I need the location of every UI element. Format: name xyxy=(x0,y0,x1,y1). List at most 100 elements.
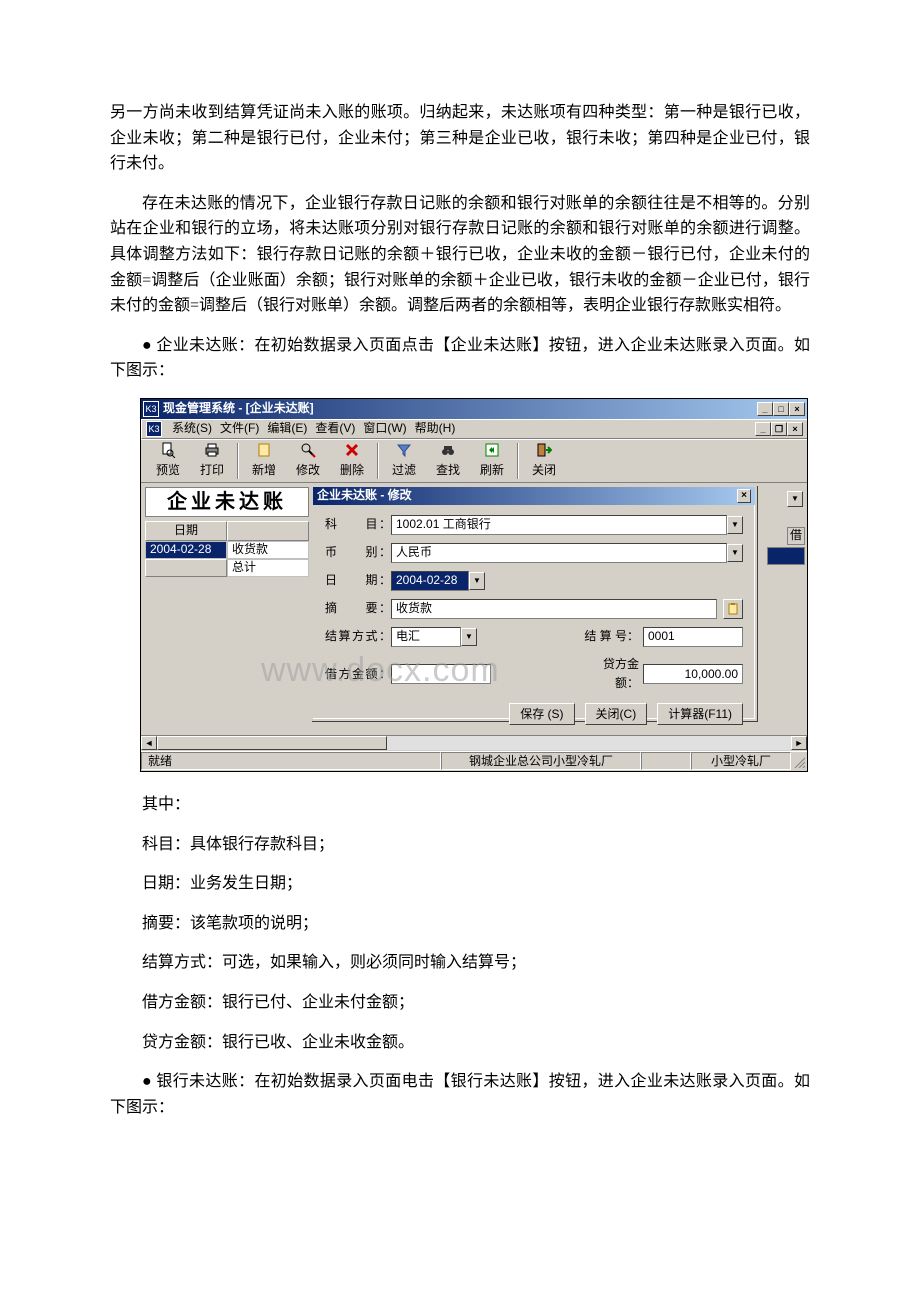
cell-total-label: 总计 xyxy=(227,559,309,577)
cell-date[interactable]: 2004-02-28 xyxy=(145,541,227,559)
status-dept: 小型冷轧厂 xyxy=(691,752,791,770)
toolbar-new-button[interactable]: 新增 xyxy=(243,441,285,481)
col-header-date[interactable]: 日期 xyxy=(145,521,227,541)
dialog-titlebar[interactable]: 企业未达账 - 修改 × xyxy=(313,487,755,505)
paragraph-10: 贷方金额：银行已收、企业未收金额。 xyxy=(110,1030,810,1056)
resize-grip-icon[interactable] xyxy=(791,752,807,770)
summary-lookup-button[interactable] xyxy=(723,599,743,619)
label-credit: 贷方金额： xyxy=(583,655,643,693)
menu-file[interactable]: 文件(F) xyxy=(220,419,259,438)
status-bar: 就绪 钢城企业总公司小型冷轧厂 小型冷轧厂 xyxy=(141,751,807,771)
horizontal-scrollbar[interactable]: ◄ ► xyxy=(141,735,807,751)
menu-view[interactable]: 查看(V) xyxy=(315,419,355,438)
toolbar-filter-button[interactable]: 过滤 xyxy=(383,441,425,481)
calculator-button[interactable]: 计算器(F11) xyxy=(657,703,743,725)
mdi-child-icon[interactable]: K3 xyxy=(146,421,162,437)
selected-right-cell[interactable] xyxy=(767,547,805,565)
toolbar-separator-2 xyxy=(377,443,379,479)
toolbar-close-label: 关闭 xyxy=(532,461,556,480)
toolbar-find-button[interactable]: 查找 xyxy=(427,441,469,481)
input-summary[interactable]: 收货款 xyxy=(391,599,717,619)
printer-icon xyxy=(203,441,221,459)
input-debit[interactable] xyxy=(391,664,491,684)
edit-icon xyxy=(299,441,317,459)
date-dropdown-icon[interactable]: ▼ xyxy=(469,572,485,590)
mdi-restore-button[interactable]: ❐ xyxy=(771,422,787,436)
input-settle-method[interactable]: 电汇 xyxy=(391,627,461,647)
status-company: 钢城企业总公司小型冷轧厂 xyxy=(441,752,641,770)
edit-dialog: 企业未达账 - 修改 × 科 目： 1002.01 工商银行 ▼ 币 别： 人民… xyxy=(311,485,757,721)
toolbar-preview-label: 预览 xyxy=(156,461,180,480)
mdi-close-button[interactable]: × xyxy=(787,422,803,436)
label-subject: 科 目： xyxy=(325,515,391,534)
maximize-button[interactable]: □ xyxy=(773,402,789,416)
menu-edit[interactable]: 编辑(E) xyxy=(267,419,307,438)
paragraph-4: 其中： xyxy=(110,792,810,818)
toolbar-delete-label: 删除 xyxy=(340,461,364,480)
close-button[interactable]: × xyxy=(789,402,805,416)
cell-summary[interactable]: 收货款 xyxy=(227,541,309,559)
toolbar-filter-label: 过滤 xyxy=(392,461,416,480)
app-screenshot: K3 现金管理系统 - [企业未达账] _ □ × K3 系统(S) 文件(F)… xyxy=(140,398,808,772)
save-button[interactable]: 保存 (S) xyxy=(509,703,574,725)
menu-help[interactable]: 帮助(H) xyxy=(415,419,456,438)
binoculars-icon xyxy=(439,441,457,459)
input-subject[interactable]: 1002.01 工商银行 xyxy=(391,515,727,535)
table-row[interactable]: 2004-02-28 收货款 xyxy=(145,541,309,559)
subject-dropdown-icon[interactable]: ▼ xyxy=(727,516,743,534)
currency-dropdown-icon[interactable]: ▼ xyxy=(727,544,743,562)
toolbar-preview-button[interactable]: 预览 xyxy=(147,441,189,481)
paragraph-8: 结算方式：可选，如果输入，则必须同时输入结算号； xyxy=(110,950,810,976)
scroll-right-icon[interactable]: ► xyxy=(791,736,807,750)
input-settle-no[interactable]: 0001 xyxy=(643,627,743,647)
app-logo-icon: K3 xyxy=(143,401,159,417)
window-title: 现金管理系统 - [企业未达账] xyxy=(163,399,757,418)
refresh-icon xyxy=(483,441,501,459)
filter-icon xyxy=(395,441,413,459)
right-dropdown-icon[interactable]: ▼ xyxy=(787,491,803,507)
toolbar-new-label: 新增 xyxy=(252,461,276,480)
toolbar-separator-3 xyxy=(517,443,519,479)
new-file-icon xyxy=(255,441,273,459)
menu-window[interactable]: 窗口(W) xyxy=(363,419,406,438)
toolbar-print-label: 打印 xyxy=(200,461,224,480)
toolbar-print-button[interactable]: 打印 xyxy=(191,441,233,481)
toolbar: 预览 打印 新增 修改 xyxy=(141,439,807,483)
paragraph-3: ● 企业未达账：在初始数据录入页面点击【企业未达账】按钮，进入企业未达账录入页面… xyxy=(110,333,810,384)
paragraph-6: 日期：业务发生日期； xyxy=(110,871,810,897)
toolbar-refresh-button[interactable]: 刷新 xyxy=(471,441,513,481)
input-currency[interactable]: 人民币 xyxy=(391,543,727,563)
label-date: 日 期： xyxy=(325,571,391,590)
scroll-track[interactable] xyxy=(157,736,791,750)
settle-method-dropdown-icon[interactable]: ▼ xyxy=(461,628,477,646)
window-titlebar[interactable]: K3 现金管理系统 - [企业未达账] _ □ × xyxy=(141,399,807,419)
scroll-thumb[interactable] xyxy=(157,736,387,750)
exit-door-icon xyxy=(535,441,553,459)
paragraph-11: ● 银行未达账：在初始数据录入页面电击【银行未达账】按钮，进入企业未达账录入页面… xyxy=(110,1069,810,1120)
dialog-close-btn[interactable]: 关闭(C) xyxy=(585,703,648,725)
dialog-close-button[interactable]: × xyxy=(737,489,751,503)
col-header-blank[interactable] xyxy=(227,521,309,541)
minimize-button[interactable]: _ xyxy=(757,402,773,416)
status-ready: 就绪 xyxy=(141,752,441,770)
clipboard-icon xyxy=(727,603,739,615)
toolbar-delete-button[interactable]: 删除 xyxy=(331,441,373,481)
menu-system[interactable]: 系统(S) xyxy=(172,419,212,438)
label-summary: 摘 要： xyxy=(325,599,391,618)
label-debit: 借方金额： xyxy=(325,665,391,684)
input-date[interactable]: 2004-02-28 xyxy=(391,571,469,591)
paragraph-7: 摘要：该笔款项的说明； xyxy=(110,911,810,937)
input-credit[interactable]: 10,000.00 xyxy=(643,664,743,684)
toolbar-edit-label: 修改 xyxy=(296,461,320,480)
col-header-jie[interactable]: 借 xyxy=(787,527,805,545)
label-settle-no: 结 算 号： xyxy=(583,627,643,646)
mdi-minimize-button[interactable]: _ xyxy=(755,422,771,436)
data-table: 日期 2004-02-28 收货款 总计 xyxy=(145,521,309,577)
dialog-title: 企业未达账 - 修改 xyxy=(317,486,412,505)
toolbar-edit-button[interactable]: 修改 xyxy=(287,441,329,481)
paragraph-2: 存在未达账的情况下，企业银行存款日记账的余额和银行对账单的余额往往是不相等的。分… xyxy=(110,191,810,319)
toolbar-close-button[interactable]: 关闭 xyxy=(523,441,565,481)
right-column-strip: ▼ 借 xyxy=(763,483,807,771)
scroll-left-icon[interactable]: ◄ xyxy=(141,736,157,750)
magnifier-page-icon xyxy=(159,441,177,459)
